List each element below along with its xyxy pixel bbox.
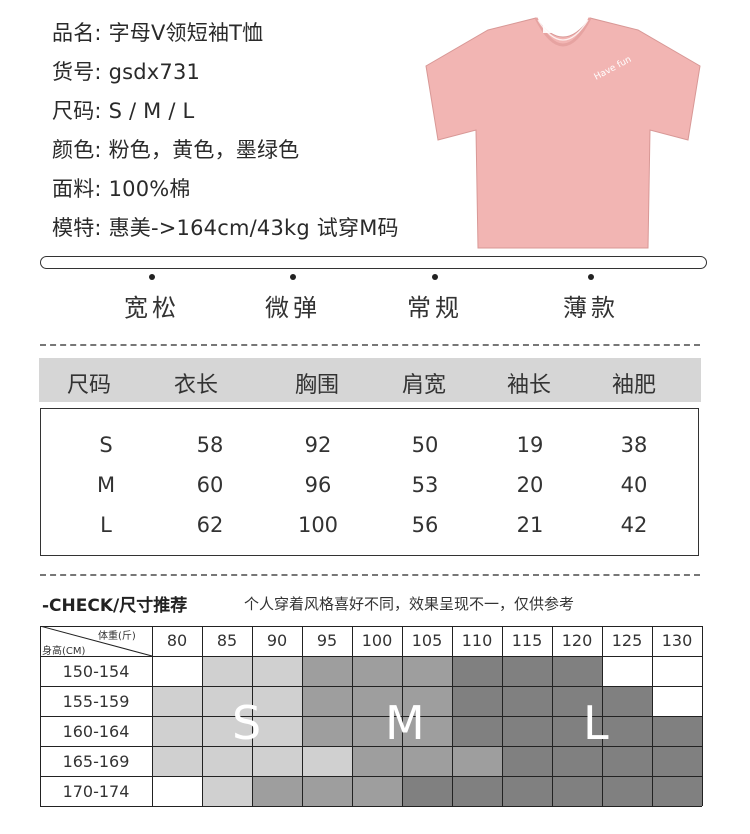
- product-name: 品名: 字母V领短袖T恤: [52, 21, 264, 45]
- rec-weight-header: 95: [316, 631, 338, 650]
- rec-height-label: 170-174: [62, 782, 130, 801]
- dashed-divider: [40, 344, 700, 346]
- rec-weight-header: 105: [411, 631, 443, 650]
- dashed-divider-2: [40, 574, 700, 576]
- rec-weight-header: 115: [511, 631, 543, 650]
- rec-weight-header: 80: [166, 631, 188, 650]
- rec-weight-header: 130: [661, 631, 693, 650]
- rec-height-label: 150-154: [62, 662, 130, 681]
- rec-weight-header: 90: [266, 631, 288, 650]
- rec-size-letter: S: [232, 696, 262, 750]
- attribute-thickness: 薄款: [531, 270, 651, 323]
- rec-height-label: 160-164: [62, 722, 130, 741]
- size-recommendation-table: 体重(斤) 身高(CM) 80 85 90 95 100 105 110 115 120 125 130…: [40, 626, 703, 807]
- product-colors: 颜色: 粉色，黄色，墨绿色: [52, 138, 300, 162]
- product-model: 模特: 惠美->164cm/43kg 试穿M码: [52, 216, 399, 240]
- rec-weight-header: 100: [361, 631, 393, 650]
- tshirt-image: Have fun: [425, 17, 701, 249]
- product-info: 品名: 字母V领短袖T恤 货号: gsdx731 尺码: S / M / L 颜…: [52, 14, 399, 248]
- attribute-length: 常规: [375, 270, 495, 323]
- product-sizes: 尺码: S / M / L: [52, 99, 195, 123]
- rec-corner-height-label: 身高(CM): [42, 646, 86, 657]
- product-fabric: 面料: 100%棉: [52, 177, 191, 201]
- rec-corner-weight-label: 体重(斤): [98, 631, 136, 642]
- attribute-fit: 宽松: [92, 270, 212, 323]
- rec-size-letter: M: [385, 696, 425, 750]
- size-table-body: S 58 92 50 19 38 M 60 96 53 20 40 L 62 1…: [40, 408, 699, 556]
- rec-height-label: 165-169: [62, 752, 130, 771]
- rec-weight-header: 125: [611, 631, 643, 650]
- check-title: -CHECK/尺寸推荐: [42, 596, 188, 616]
- rec-weight-header: 85: [216, 631, 238, 650]
- rec-size-letter: L: [583, 696, 609, 750]
- product-sku: 货号: gsdx731: [52, 60, 201, 84]
- rec-weight-header: 110: [461, 631, 493, 650]
- size-table-header: 尺码 衣长 胸围 肩宽 袖长 袖肥: [39, 358, 701, 402]
- rec-weight-header: 120: [561, 631, 593, 650]
- section-divider: [40, 256, 707, 269]
- rec-height-label: 155-159: [62, 692, 130, 711]
- attribute-stretch: 微弹: [233, 270, 353, 323]
- check-note: 个人穿着风格喜好不同，效果呈现不一，仅供参考: [244, 595, 575, 613]
